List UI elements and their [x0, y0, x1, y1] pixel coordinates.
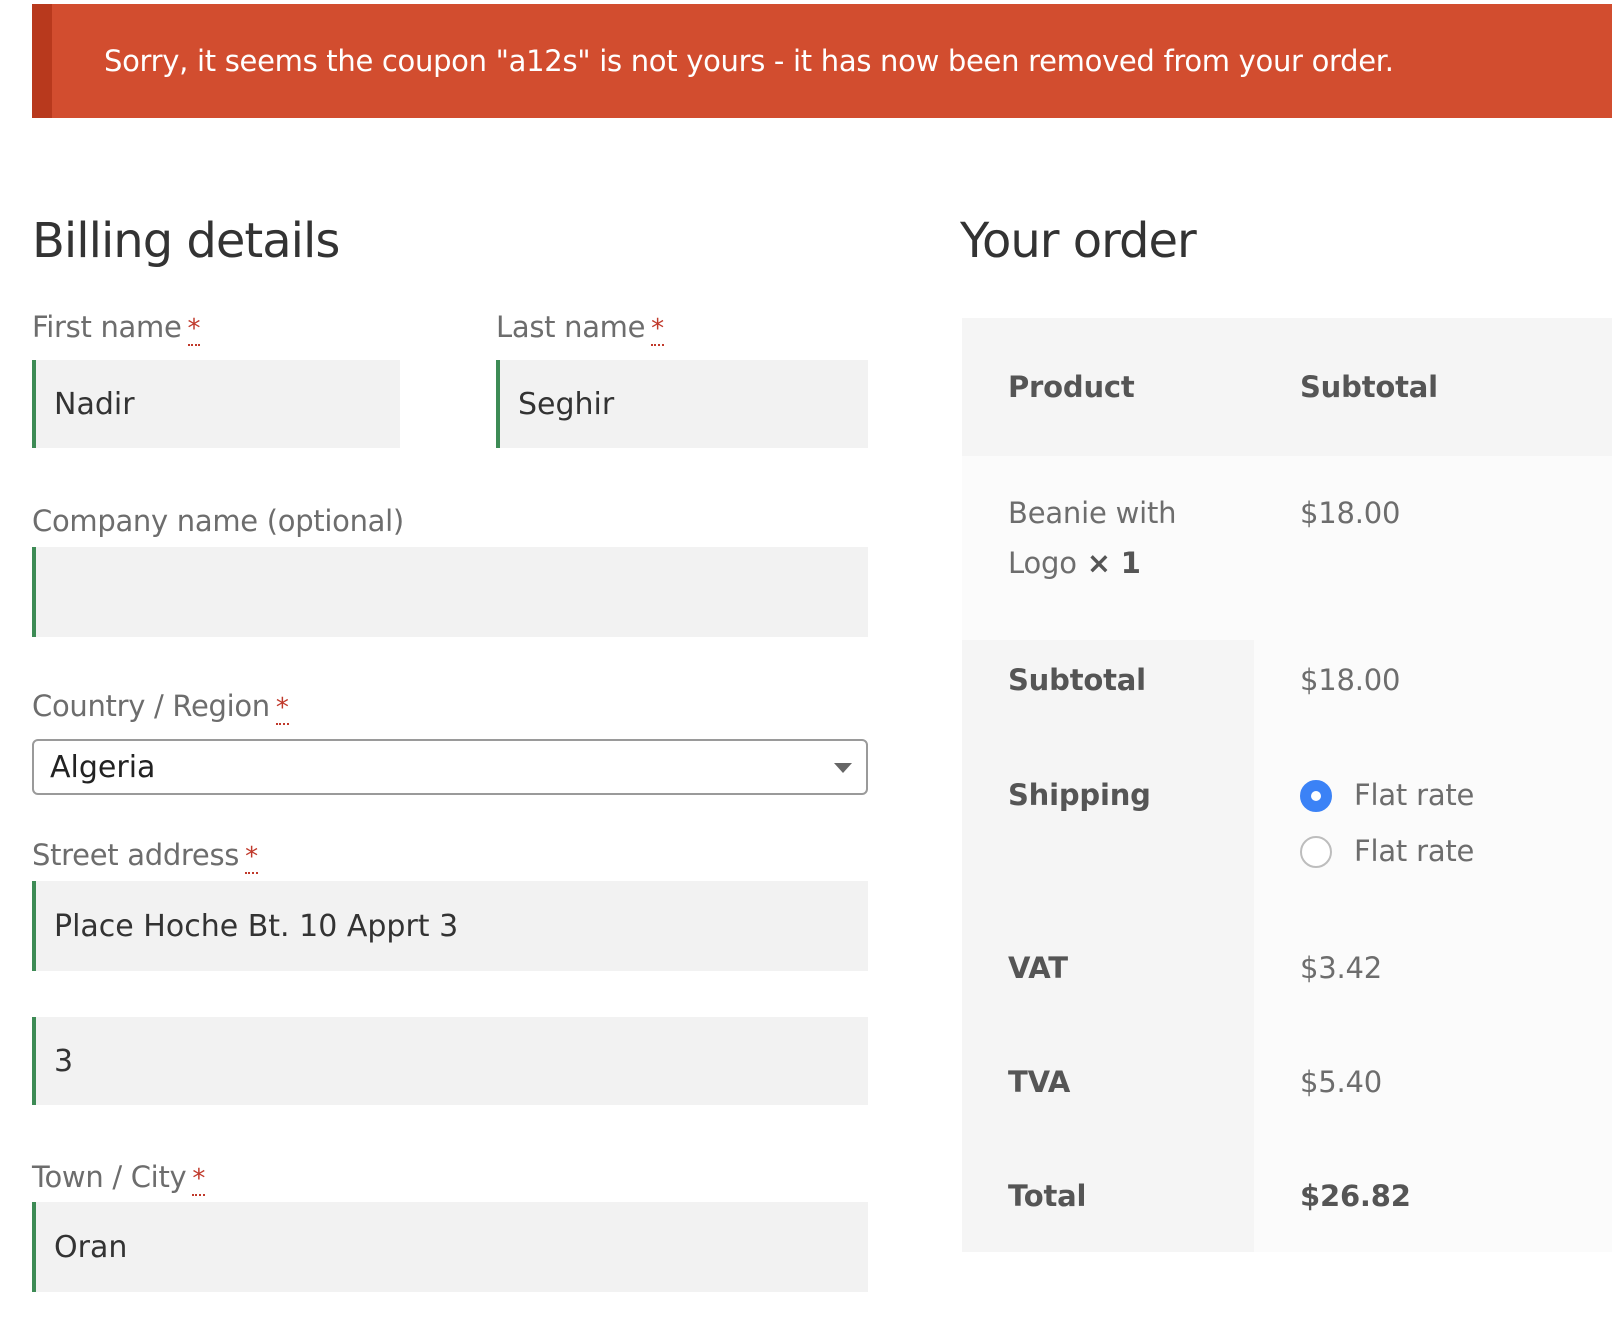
- first-name-label: First name *: [32, 310, 201, 346]
- required-marker: *: [192, 1164, 206, 1196]
- city-input[interactable]: Oran: [32, 1202, 868, 1292]
- shipping-option-radio-1[interactable]: [1300, 780, 1332, 812]
- order-review-table: Product Subtotal Beanie with Logo × 1 $18…: [962, 318, 1612, 1252]
- coupon-error-notice: Sorry, it seems the coupon "a12s" is not…: [32, 4, 1612, 118]
- totals-labels-column: [962, 640, 1254, 1252]
- vat-value: $3.42: [1300, 951, 1383, 985]
- billing-title: Billing details: [32, 213, 340, 269]
- country-label: Country / Region *: [32, 689, 289, 725]
- tva-value: $5.40: [1300, 1065, 1383, 1099]
- product-column-header: Product: [1008, 370, 1135, 404]
- vat-label: VAT: [1008, 951, 1068, 985]
- totals-values-column: [1254, 640, 1612, 1252]
- subtotal-label: Subtotal: [1008, 663, 1146, 697]
- checkout-page: Sorry, it seems the coupon "a12s" is not…: [0, 0, 1616, 1326]
- tva-label: TVA: [1008, 1065, 1071, 1099]
- company-label: Company name (optional): [32, 504, 404, 538]
- product-name: Beanie with Logo × 1: [1008, 496, 1177, 580]
- shipping-option-label-1[interactable]: Flat rate: [1354, 778, 1474, 812]
- city-label: Town / City *: [32, 1160, 206, 1196]
- street-address-line2-input[interactable]: 3: [32, 1017, 868, 1105]
- first-name-input[interactable]: Nadir: [32, 360, 400, 448]
- street-address-input[interactable]: Place Hoche Bt. 10 Apprt 3: [32, 881, 868, 971]
- required-marker: *: [651, 314, 664, 346]
- order-title: Your order: [960, 213, 1197, 269]
- notice-message: Sorry, it seems the coupon "a12s" is not…: [104, 44, 1394, 78]
- last-name-input[interactable]: Seghir: [496, 360, 868, 448]
- product-price: $18.00: [1300, 496, 1401, 530]
- required-marker: *: [275, 693, 289, 725]
- shipping-label: Shipping: [1008, 778, 1151, 812]
- total-label: Total: [1008, 1179, 1087, 1213]
- product-quantity: × 1: [1086, 546, 1141, 580]
- company-input[interactable]: [32, 547, 868, 637]
- subtotal-column-header: Subtotal: [1300, 370, 1438, 404]
- shipping-option-label-2[interactable]: Flat rate: [1354, 834, 1474, 868]
- chevron-down-icon: [834, 763, 852, 773]
- country-select[interactable]: Algeria: [32, 739, 868, 795]
- required-marker: *: [187, 314, 201, 346]
- street-label: Street address *: [32, 838, 258, 874]
- shipping-option-radio-2[interactable]: [1300, 836, 1332, 868]
- subtotal-value: $18.00: [1300, 663, 1401, 697]
- last-name-label: Last name *: [496, 310, 664, 346]
- required-marker: *: [245, 842, 258, 874]
- total-value: $26.82: [1300, 1179, 1411, 1213]
